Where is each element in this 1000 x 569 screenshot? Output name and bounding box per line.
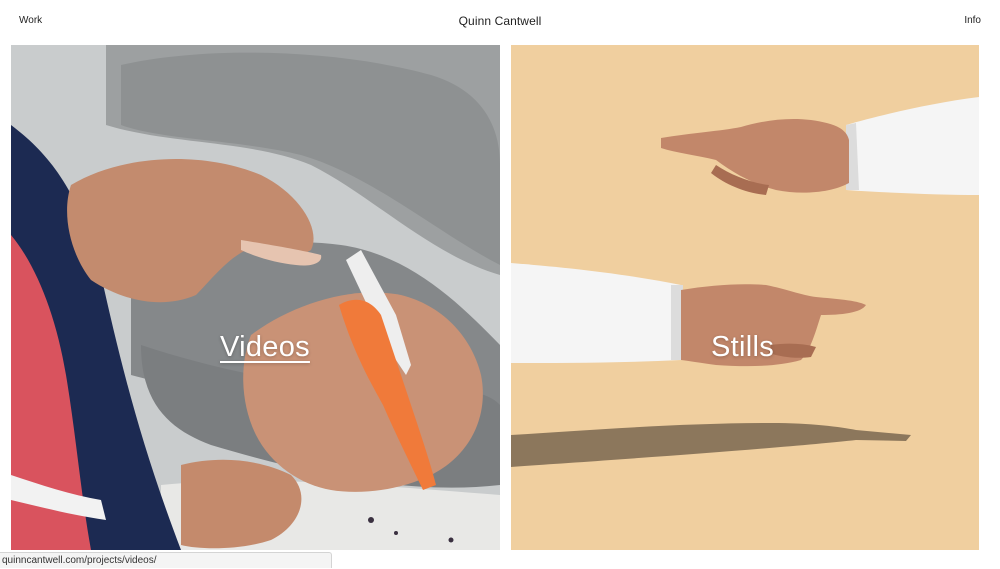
stills-label[interactable]: Stills (711, 331, 774, 364)
videos-photo (11, 45, 500, 550)
videos-label[interactable]: Videos (220, 331, 310, 364)
site-header: Work Quinn Cantwell Info (0, 0, 1000, 44)
videos-panel[interactable]: Videos (11, 45, 500, 550)
stills-photo (511, 45, 979, 550)
site-title: Quinn Cantwell (458, 14, 542, 28)
nav-info-link[interactable]: Info (964, 15, 981, 26)
stills-panel[interactable]: Stills (511, 45, 979, 550)
browser-status-url: quinncantwell.com/projects/videos/ (0, 552, 332, 568)
